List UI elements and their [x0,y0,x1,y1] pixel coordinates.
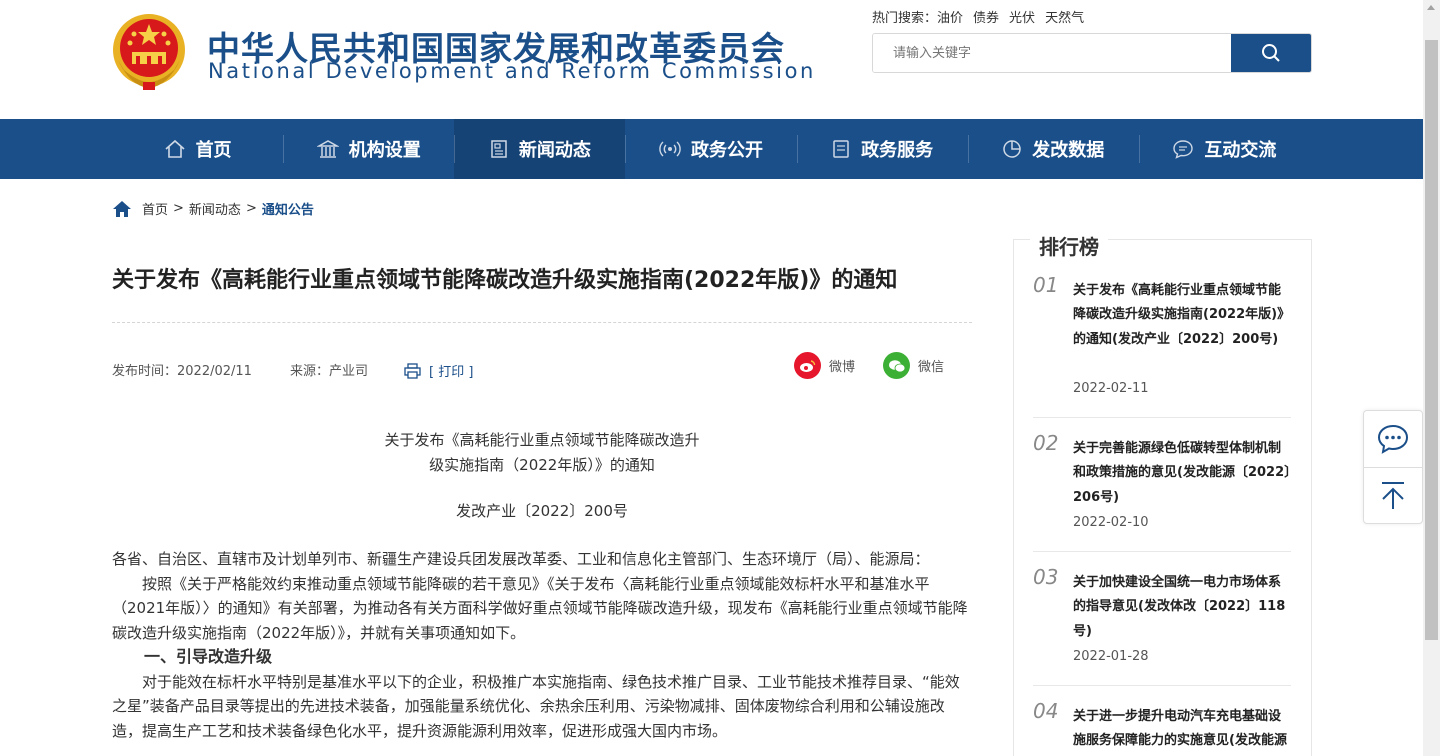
print-label: [ 打印 ] [429,365,474,380]
paragraph: 对于能效在标杆水平特别是基准水平以下的企业，积极推广本实施指南、绿色技术推广目录… [112,672,960,740]
chat-icon [1173,140,1194,159]
breadcrumb-separator: > [173,201,184,216]
floating-toolbar [1363,410,1423,524]
home-icon [165,139,185,158]
nav-label: 互动交流 [1204,140,1277,161]
hot-search-item[interactable]: 油价 [937,11,963,26]
nav-item-news[interactable]: 新闻动态 [454,119,626,179]
ranking-date: 2022-02-11 [1073,381,1149,396]
weibo-icon [794,352,821,379]
divider [1033,417,1291,418]
paragraph: 各省、自治区、直辖市及计划单列市、新疆生产建设兵团发展改革委、工业和信息化主管部… [112,550,930,568]
wechat-label: 微信 [918,360,945,375]
search-input[interactable] [873,34,1233,72]
weibo-label: 微博 [829,360,856,375]
wechat-icon [883,352,910,379]
page-scrollbar[interactable] [1423,0,1440,756]
online-chat-button[interactable] [1364,411,1422,467]
nav-item-interaction[interactable]: 互动交流 [1138,119,1310,179]
paragraph: 按照《关于严格能效约束推动重点领域节能降碳的若干意见》《关于发布〈高耗能行业重点… [112,574,968,642]
print-button[interactable]: [ 打印 ] [404,361,473,380]
publish-time: 发布时间：2022/02/11 [112,364,252,379]
document-title-line: 关于发布《高耗能行业重点领域节能降碳改造升 [384,431,700,449]
arrow-up-icon [1382,482,1404,509]
search-bar [872,33,1312,73]
ranking-number: 01 [1033,273,1059,297]
divider [1033,551,1291,552]
ranking-link[interactable]: 关于加快建设全国统一电力市场体系的指导意见(发改体改〔2022〕118号) [1073,571,1293,644]
news-icon [491,140,507,158]
nav-label: 机构设置 [348,140,421,161]
nav-label: 政务公开 [690,140,763,161]
section-heading: 一、引导改造升级 [144,647,273,666]
nav-item-data[interactable]: 发改数据 [967,119,1139,179]
breadcrumb-separator: > [245,201,257,216]
search-button[interactable] [1231,34,1311,72]
article-body: 各省、自治区、直辖市及计划单列市、新疆生产建设兵团发展改革委、工业和信息化主管部… [112,547,972,743]
printer-icon [404,362,421,379]
nav-label: 首页 [195,140,232,161]
national-emblem-logo[interactable] [110,12,188,92]
scrollbar-thumb[interactable] [1425,40,1438,640]
breadcrumb-current[interactable]: 通知公告 [262,199,314,218]
breadcrumb: 首页 > 新闻动态 > 通知公告 [112,199,314,218]
article-source: 来源：产业司 [290,364,369,379]
document-icon [833,140,849,158]
nav-label: 政务服务 [861,140,934,161]
divider [112,322,972,323]
document-title-line: 级实施指南（2022年版）》的通知 [429,456,655,474]
nav-item-public-affairs[interactable]: 政务公开 [625,119,796,179]
document-number: 发改产业〔2022〕200号 [456,502,628,520]
breadcrumb-home[interactable]: 首页 [142,199,168,218]
nav-item-organization[interactable]: 机构设置 [283,119,454,179]
divider [1033,685,1291,686]
nav-label: 新闻动态 [518,140,591,161]
hot-search-label: 热门搜索： [872,11,938,26]
building-icon [316,140,339,158]
broadcast-icon [659,141,681,157]
share-wechat[interactable]: 微信 [883,352,944,379]
ranking-link[interactable]: 关于进一步提升电动汽车充电基础设施服务保障能力的实施意见(发改能源规〔2022〕… [1073,705,1293,756]
hot-search: 热门搜索：油价 债券 光伏 天然气 [872,7,1094,26]
breadcrumb-news[interactable]: 新闻动态 [189,199,241,218]
hot-search-item[interactable]: 债券 [973,11,999,26]
back-to-top-button[interactable] [1364,468,1422,524]
nav-label: 发改数据 [1032,140,1105,161]
scroll-up-arrow-icon[interactable] [1427,5,1435,10]
ranking-number: 04 [1033,699,1059,723]
site-title-en: National Development and Reform Commissi… [208,59,816,83]
ranking-date: 2022-01-28 [1073,649,1149,664]
ranking-title: 排行榜 [1030,231,1108,260]
ranking-number: 03 [1033,565,1059,589]
hot-search-item[interactable]: 光伏 [1009,11,1035,26]
share-weibo[interactable]: 微博 [794,352,855,379]
ranking-number: 02 [1033,431,1059,455]
nav-item-services[interactable]: 政务服务 [796,119,968,179]
document-title: 关于发布《高耗能行业重点领域节能降碳改造升 级实施指南（2022年版）》的通知 [112,428,972,478]
hot-search-item[interactable]: 天然气 [1045,11,1084,26]
home-icon[interactable] [112,200,132,218]
ranking-link[interactable]: 关于发布《高耗能行业重点领域节能降碳改造升级实施指南(2022年版)》的通知(发… [1073,279,1293,352]
article-title: 关于发布《高耗能行业重点领域节能降碳改造升级实施指南(2022年版)》的通知 [112,268,898,293]
site-header: 中华人民共和国国家发展和改革委员会 National Development a… [0,0,1423,119]
ranking-date: 2022-02-10 [1073,515,1149,530]
article-meta: 发布时间：2022/02/11 来源：产业司 [112,360,368,379]
search-icon [1262,44,1280,62]
main-nav: 首页 机构设置 新闻动态 政务公开 政务服务 发改数据 互动交流 [0,119,1423,179]
nav-item-home[interactable]: 首页 [112,119,283,179]
pie-chart-icon [1003,140,1022,158]
chat-bubble-icon [1377,424,1409,454]
ranking-link[interactable]: 关于完善能源绿色低碳转型体制机制和政策措施的意见(发改能源〔2022〕206号) [1073,437,1293,510]
